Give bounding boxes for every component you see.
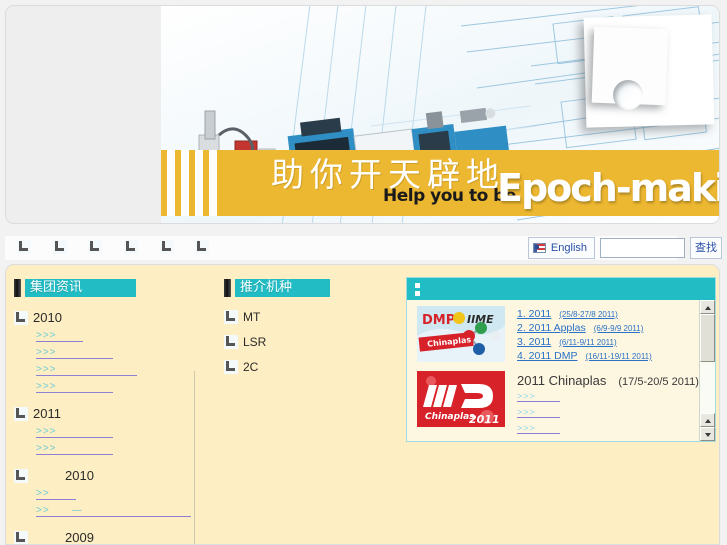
news-group: 2010 >> >> — <box>14 468 219 517</box>
model-item-mt[interactable]: MT <box>224 310 404 324</box>
scroll-up-button[interactable] <box>700 300 715 314</box>
scrollbar-track[interactable] <box>700 362 715 413</box>
nav-item-1[interactable] <box>17 240 31 254</box>
event-row: Chinaplas 2011 2011 Chinaplas (17/5-20/5 … <box>417 371 699 439</box>
chinaplas-banner-image[interactable]: Chinaplas 2011 <box>417 371 505 427</box>
slogan-epoch-text: Epoch-making <box>497 166 719 210</box>
model-label: LSR <box>243 335 267 349</box>
slogan-help-text: Help you to be <box>383 186 516 206</box>
nav-item-3[interactable] <box>88 240 102 254</box>
broken-image-icon <box>88 240 102 254</box>
news-link[interactable]: >>> <box>36 381 113 393</box>
broken-image-icon <box>14 310 28 325</box>
model-label: MT <box>243 310 261 324</box>
svg-text:DMP: DMP <box>422 313 455 328</box>
nav-item-6[interactable] <box>195 240 209 254</box>
info-box-scroll-area: DMP IIME Chinaplas 1. 2011 (25/8-27/8 20… <box>407 300 699 441</box>
broken-image-icon <box>14 406 28 421</box>
exhibition-info-box: DMP IIME Chinaplas 1. 2011 (25/8-27/8 20… <box>406 277 716 442</box>
exhibition-link[interactable]: 1. 2011 (25/8-27/8 2011) <box>517 308 695 320</box>
header-dot-icon <box>415 291 420 296</box>
news-group-year: 2009 <box>65 530 94 545</box>
search-button[interactable]: 查找 <box>690 237 722 259</box>
news-link[interactable]: >>> <box>36 364 137 376</box>
news-group-head: 2009 <box>14 530 219 545</box>
news-group: 2011 >>> >>> <box>14 406 219 455</box>
section-marker-icon <box>14 279 21 297</box>
scroll-up-button-secondary[interactable] <box>700 413 715 427</box>
info-box-scrollbar[interactable] <box>699 300 715 441</box>
broken-image-icon <box>14 468 28 483</box>
nav-item-4[interactable] <box>124 240 138 254</box>
svg-text:2011: 2011 <box>469 413 500 426</box>
search-input[interactable] <box>600 238 685 258</box>
broken-image-icon <box>14 530 28 544</box>
mid-column: 推介机种 MT LSR 2C <box>224 265 404 374</box>
news-group: 2010 >>> >>> >>> >>> <box>14 310 219 393</box>
language-label: English <box>550 242 587 254</box>
news-link[interactable]: >> — <box>36 505 191 517</box>
model-item-lsr[interactable]: LSR <box>224 335 404 349</box>
language-switch-english[interactable]: English <box>527 237 595 259</box>
mid-section-label: 推介机种 <box>235 279 330 297</box>
exhibition-link[interactable]: 4. 2011 DMP (16/11-19/11 2011) <box>517 350 695 362</box>
header-dot-icon <box>415 283 420 288</box>
broken-image-icon <box>224 335 238 349</box>
event-more-link[interactable]: >>> <box>517 391 560 402</box>
scroll-down-button[interactable] <box>700 427 715 441</box>
event-more-link[interactable]: >>> <box>517 423 560 434</box>
model-label: 2C <box>243 360 259 374</box>
slogan-strip: 助你开天辟地 Help you to be Epoch-making <box>161 150 719 216</box>
news-link[interactable]: >>> <box>36 330 83 342</box>
news-link[interactable]: >>> <box>36 426 113 438</box>
exhibition-link[interactable]: 2. 2011 Applas (6/9-9/9 2011) <box>517 322 695 334</box>
news-link[interactable]: >>> <box>36 347 113 359</box>
broken-image-icon <box>160 240 174 254</box>
left-column: 集团资讯 2010 >>> >>> >>> >>> 2011 >>> >>> 2… <box>14 265 219 545</box>
info-box-body: DMP IIME Chinaplas 1. 2011 (25/8-27/8 20… <box>407 300 715 441</box>
broken-image-icon <box>224 310 238 324</box>
news-group-year: 2010 <box>65 468 94 483</box>
news-group-head: 2010 <box>14 468 219 483</box>
svg-text:Chinaplas: Chinaplas <box>425 412 475 422</box>
broken-image-icon <box>124 240 138 254</box>
left-section-title: 集团资讯 <box>14 279 219 297</box>
banner-panel: 助你开天辟地 Help you to be Epoch-making <box>5 5 720 224</box>
news-group: 2009 >> >>— <box>14 530 219 545</box>
mid-section-title: 推介机种 <box>224 279 404 297</box>
event-title: 2011 Chinaplas (17/5-20/5 2011) <box>517 373 699 388</box>
nav-search-row: English 查找 <box>5 236 722 260</box>
news-link[interactable]: >>> <box>36 443 113 455</box>
broken-image-icon <box>53 240 67 254</box>
scrollbar-thumb[interactable] <box>700 314 715 362</box>
event-link-list: 1. 2011 (25/8-27/8 2011) 2. 2011 Applas (6… <box>517 306 695 364</box>
event-row: DMP IIME Chinaplas 1. 2011 (25/8-27/8 20… <box>417 306 695 364</box>
section-marker-icon <box>224 279 231 297</box>
news-group-year: 2011 <box>33 406 61 421</box>
paper-hole-shape <box>613 80 643 110</box>
exhibition-link[interactable]: 3. 2011 (6/11-9/11 2011) <box>517 336 695 348</box>
flag-icon <box>532 243 546 253</box>
dmp-iime-artwork-icon: DMP IIME Chinaplas <box>417 306 505 362</box>
left-section-label: 集团资讯 <box>25 279 136 297</box>
banner-image: 助你开天辟地 Help you to be Epoch-making <box>161 6 719 223</box>
dmp-iime-banner-image[interactable]: DMP IIME Chinaplas <box>417 306 505 362</box>
nav-item-2[interactable] <box>53 240 67 254</box>
broken-image-icon <box>17 240 31 254</box>
content-panel: 集团资讯 2010 >>> >>> >>> >>> 2011 >>> >>> 2… <box>5 264 720 545</box>
strip-bars-decoration <box>167 150 219 216</box>
news-link[interactable]: >> <box>36 488 76 500</box>
event-more-link[interactable]: >>> <box>517 407 560 418</box>
broken-image-icon <box>195 240 209 254</box>
model-item-2c[interactable]: 2C <box>224 360 404 374</box>
chinaplas-artwork-icon: Chinaplas 2011 <box>417 371 505 427</box>
event-link-list: 2011 Chinaplas (17/5-20/5 2011) >>> >>> >… <box>517 371 699 439</box>
info-box-header <box>407 278 715 300</box>
news-group-year: 2010 <box>33 310 62 325</box>
nav-item-5[interactable] <box>160 240 174 254</box>
news-group-head: 2010 <box>14 310 219 325</box>
broken-image-icon <box>224 360 238 374</box>
news-group-head: 2011 <box>14 406 219 421</box>
search-zone: English 查找 <box>527 237 722 259</box>
